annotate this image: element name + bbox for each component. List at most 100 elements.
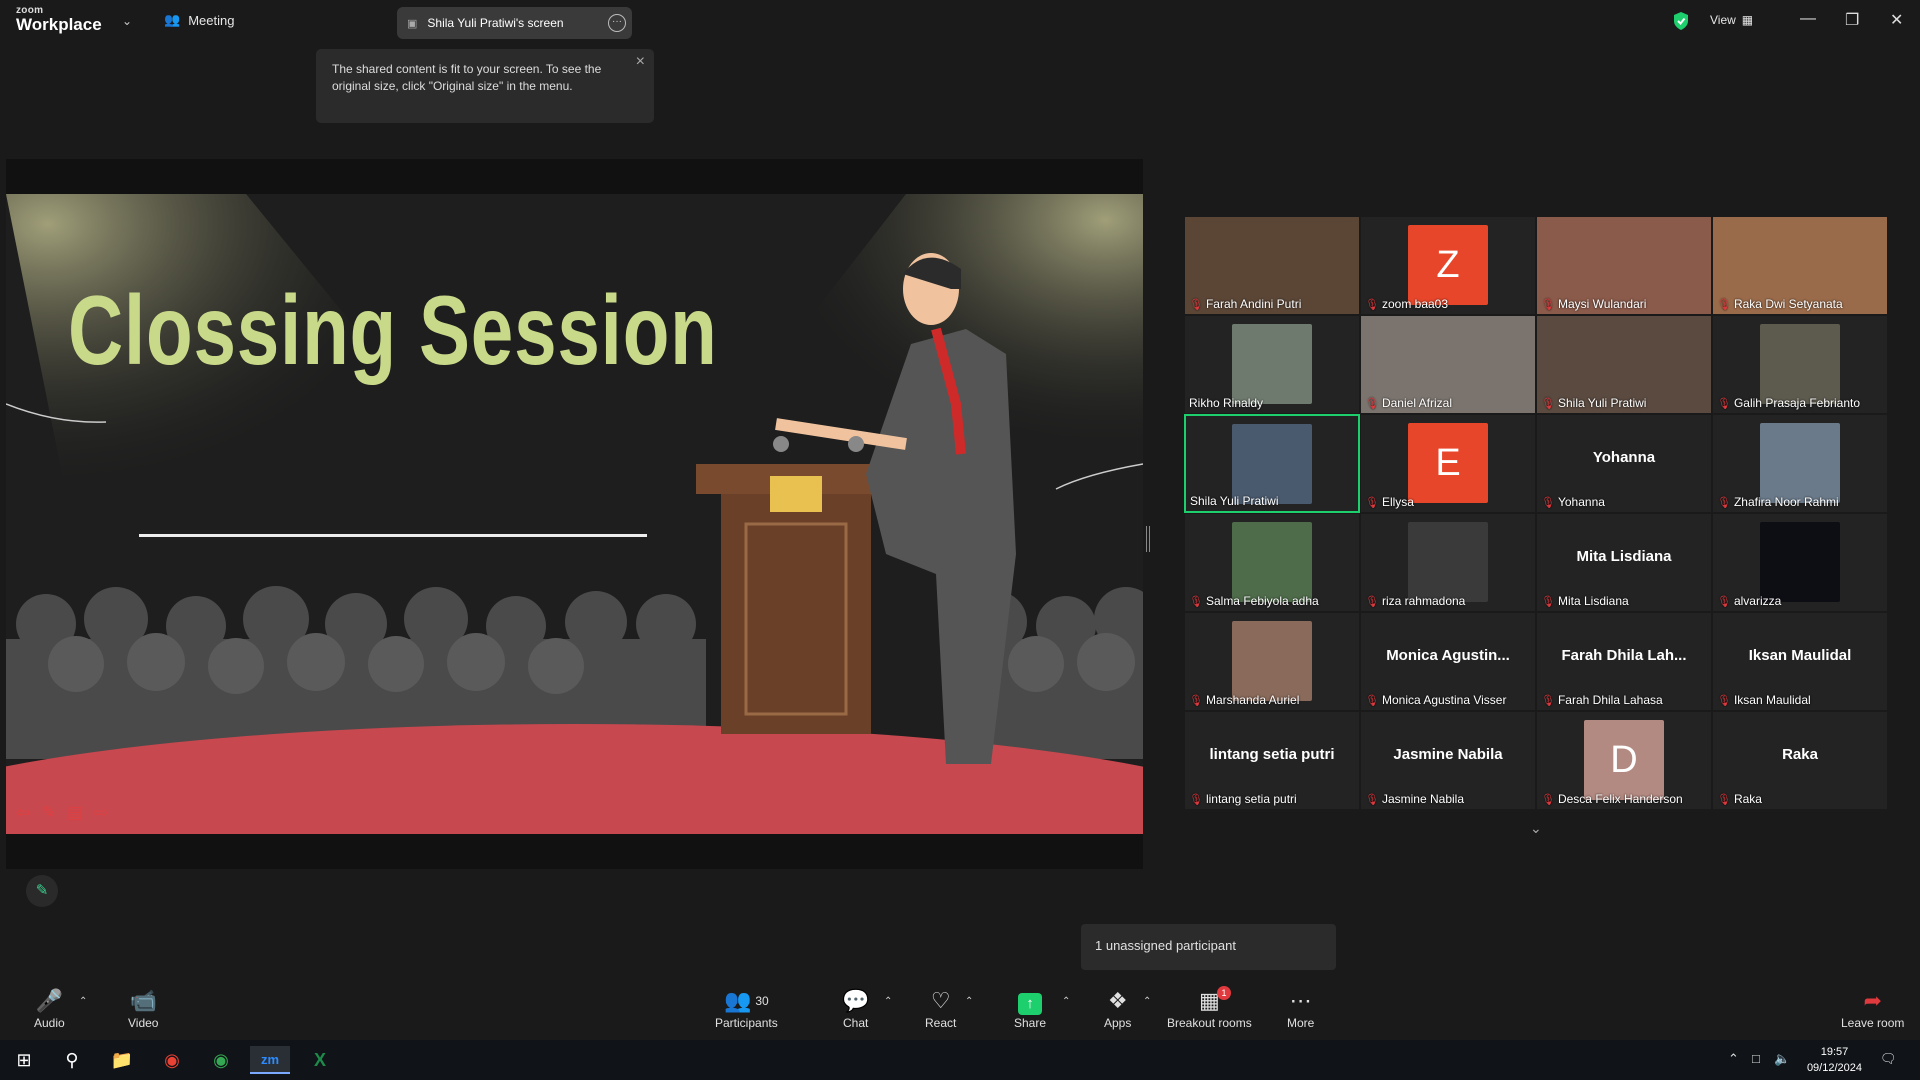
shared-screen-pill[interactable]: ▣ Shila Yuli Pratiwi's screen ··· [397,7,632,39]
arrow-left-icon[interactable]: ⇦ [12,802,34,824]
minimize-icon[interactable]: — [1800,10,1816,28]
system-clock[interactable]: 19:57 09/12/2024 [1807,1044,1862,1076]
participant-tile[interactable]: 🎙 Shila Yuli Pratiwi [1536,315,1712,414]
participant-tile[interactable]: Raka 🎙 Raka [1712,711,1888,810]
audio-button[interactable]: 🎤 Audio [34,988,65,1030]
pen-icon[interactable]: ✎ [38,802,60,824]
annotate-icon[interactable]: ✎ [26,875,58,907]
shared-screen-area[interactable]: Clossing Session ⇦ ✎ ▤ ⇨ [6,159,1143,869]
fit-screen-tooltip: The shared content is fit to your screen… [316,49,654,123]
breakout-rooms-button[interactable]: ▦ 1 Breakout rooms [1167,986,1252,1030]
participant-gallery: 🎙 Farah Andini Putri Z 🎙 zoom baa03 🎙 Maysi Wu… [1184,216,1888,810]
participant-tile[interactable]: 🎙 Daniel Afrizal [1360,315,1536,414]
chevron-down-icon[interactable]: ⌄ [122,14,132,28]
audio-caret-icon[interactable]: ⌃ [79,996,87,1007]
participant-tile[interactable]: 🎙 Raka Dwi Setyanata [1712,216,1888,315]
excel-icon[interactable]: X [300,1046,340,1074]
participants-button[interactable]: 👥 30 Participants [715,988,778,1030]
mic-muted-icon: 🎙 [1189,595,1203,608]
react-caret-icon[interactable]: ⌃ [965,996,973,1007]
chat-caret-icon[interactable]: ⌃ [884,996,892,1007]
breakout-label: Breakout rooms [1167,1016,1252,1030]
apps-caret-icon[interactable]: ⌃ [1143,996,1151,1007]
mic-muted-icon: 🎙 [1365,595,1379,608]
chat-label: Chat [843,1016,869,1030]
tray-chevron-icon[interactable]: ⌃ [1728,1051,1739,1067]
apps-button[interactable]: ❖ Apps [1104,988,1131,1030]
security-shield-icon[interactable] [1672,11,1690,31]
close-window-icon[interactable]: ✕ [1890,10,1903,30]
participant-tile[interactable]: Jasmine Nabila 🎙 Jasmine Nabila [1360,711,1536,810]
participant-tile[interactable]: Yohanna 🎙 Yohanna [1536,414,1712,513]
unassigned-participant-notice[interactable]: 1 unassigned participant [1081,924,1336,970]
participant-tile[interactable]: 🎙 Salma Febiyola adha [1184,513,1360,612]
participant-tile[interactable]: lintang setia putri 🎙 lintang setia putri [1184,711,1360,810]
clock-time: 19:57 [1820,1046,1849,1058]
restore-icon[interactable]: ❐ [1845,10,1859,30]
network-icon[interactable]: □ [1752,1051,1760,1066]
zoom-taskbar-icon[interactable]: zm [250,1046,290,1074]
more-label: More [1287,1016,1315,1030]
mic-muted-icon: 🎙 [1189,298,1203,311]
participant-tile[interactable]: Shila Yuli Pratiwi [1184,414,1360,513]
participant-tile[interactable]: Farah Dhila Lah... 🎙 Farah Dhila Lahasa [1536,612,1712,711]
share-button[interactable]: ↑ Share [1014,988,1046,1030]
close-icon[interactable]: × [636,53,645,70]
gallery-next-chevron-icon[interactable]: ⌄ [1530,820,1542,837]
participant-tile[interactable]: Iksan Maulidal 🎙 Iksan Maulidal [1712,612,1888,711]
participant-name: Jasmine Nabila [1381,792,1465,806]
logo-large: Workplace [16,15,102,34]
menu-icon[interactable]: ▤ [64,802,86,824]
participant-tile[interactable]: 🎙 Marshanda Auriel [1184,612,1360,711]
mic-muted-icon: 🎙 [1365,793,1379,806]
mic-muted-icon: 🎙 [1717,298,1731,311]
view-button[interactable]: View ▦ [1710,13,1753,27]
mic-muted-icon: 🎙 [1717,397,1731,410]
video-button[interactable]: 📹 Video [128,988,158,1030]
participant-label: 🎙 Monica Agustina Visser [1365,693,1506,707]
people-icon: 👥 [164,12,181,27]
participant-tile[interactable]: Z 🎙 zoom baa03 [1360,216,1536,315]
file-explorer-icon[interactable]: 📁 [102,1046,142,1074]
windows-start-icon[interactable]: ⊞ [4,1046,44,1074]
title-bar: zoom Workplace ⌄ 👥 Meeting ▣ Shila Yuli … [0,0,1920,44]
breakout-grid-icon: ▦ [1198,988,1220,1013]
participant-tile[interactable]: Monica Agustin... 🎙 Monica Agustina Visser [1360,612,1536,711]
arrow-right-icon[interactable]: ⇨ [90,802,112,824]
notifications-icon[interactable]: 🗨 [1880,1051,1897,1067]
participant-name: Farah Andini Putri [1205,297,1302,311]
volume-icon[interactable]: 🔈 [1774,1051,1790,1067]
participant-tile[interactable]: 🎙 Maysi Wulandari [1536,216,1712,315]
participant-tile[interactable]: 🎙 riza rahmadona [1360,513,1536,612]
slide-toolbar: ⇦ ✎ ▤ ⇨ [12,802,112,824]
participant-tile[interactable]: 🎙 alvarizza [1712,513,1888,612]
participant-tile[interactable]: D 🎙 Desca Felix Handerson [1536,711,1712,810]
leave-icon: ➦ [1863,988,1882,1013]
search-icon[interactable]: ⚲ [52,1046,92,1074]
participant-display-name: Mita Lisdiana [1576,548,1672,565]
more-button[interactable]: ⋯ More [1287,988,1314,1030]
participant-name: Monica Agustina Visser [1381,693,1507,707]
participant-tile[interactable]: E 🎙 Ellysa [1360,414,1536,513]
participant-tile[interactable]: Mita Lisdiana 🎙 Mita Lisdiana [1536,513,1712,612]
split-resize-handle[interactable] [1146,526,1150,552]
participant-tile[interactable]: 🎙 Zhafira Noor Rahmi [1712,414,1888,513]
avatar: Z [1408,225,1488,305]
react-button[interactable]: ♡ React [925,988,956,1030]
share-caret-icon[interactable]: ⌃ [1062,996,1070,1007]
chrome-icon[interactable]: ◉ [152,1046,192,1074]
participant-label: Rikho Rinaldy [1189,396,1263,410]
participant-tile[interactable]: Rikho Rinaldy [1184,315,1360,414]
mic-muted-icon: 🎙 [1541,496,1555,509]
mic-muted-icon: 🎙 [1189,793,1203,806]
participant-tile[interactable]: 🎙 Farah Andini Putri [1184,216,1360,315]
participant-name: riza rahmadona [1381,594,1466,608]
chrome-profile-icon[interactable]: ◉ [201,1046,241,1074]
more-options-icon[interactable]: ··· [608,14,626,32]
meeting-menu[interactable]: 👥 Meeting [164,12,234,28]
participant-name: Shila Yuli Pratiwi [1557,396,1647,410]
participant-label: 🎙 Yohanna [1541,495,1605,509]
chat-button[interactable]: 💬 Chat [842,988,869,1030]
leave-room-button[interactable]: ➦ Leave room [1841,988,1904,1030]
participant-tile[interactable]: 🎙 Galih Prasaja Febrianto [1712,315,1888,414]
